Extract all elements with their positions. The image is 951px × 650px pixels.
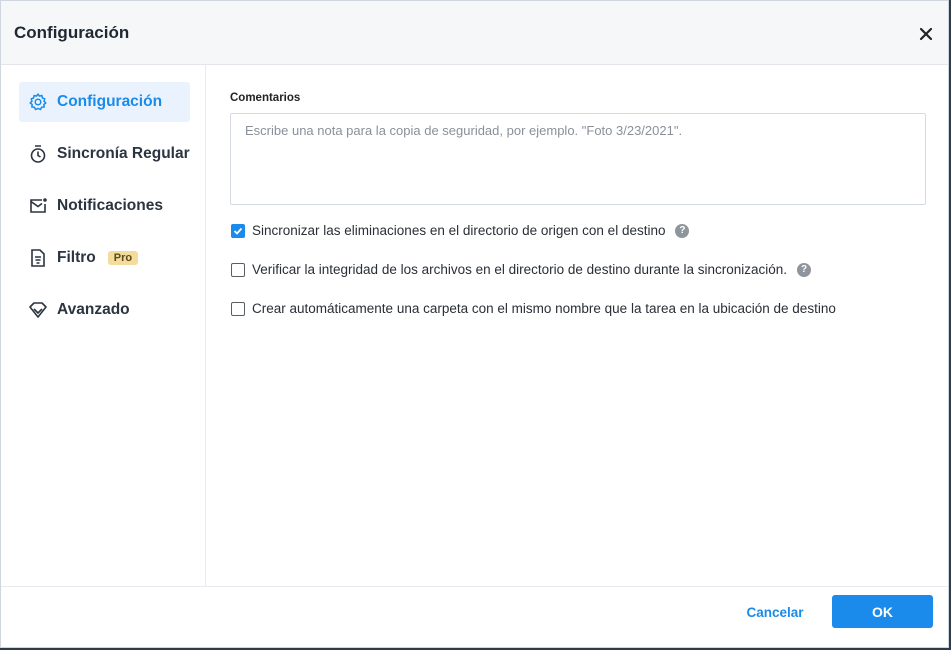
dialog-title: Configuración (14, 23, 130, 42)
comments-label: Comentarios (230, 92, 301, 104)
pro-badge: Pro (107, 251, 139, 265)
mail-notification-icon (27, 195, 49, 217)
sidebar: Configuración Sincronía Regular Notifica… (1, 65, 206, 586)
dialog-header: Configuración (1, 1, 948, 65)
timer-icon (27, 143, 49, 165)
sync-deletions-checkbox[interactable] (231, 223, 245, 238)
sidebar-item-label: Sincronía Regular (57, 145, 190, 162)
option-create-folder: Crear automáticamente una carpeta con el… (231, 301, 836, 316)
sync-deletions-label: Sincronizar las eliminaciones en el dire… (252, 223, 666, 238)
comments-input[interactable] (230, 113, 926, 205)
option-sync-deletions: Sincronizar las eliminaciones en el dire… (231, 223, 690, 238)
help-icon[interactable]: ? (797, 262, 812, 277)
cancel-button[interactable]: Cancelar (732, 596, 818, 628)
sidebar-item-configuracion[interactable]: Configuración (19, 82, 190, 122)
settings-dialog: Configuración Configuración Sincronía Re… (0, 0, 949, 648)
verify-integrity-checkbox[interactable] (231, 262, 245, 277)
sidebar-item-avanzado[interactable]: Avanzado (19, 290, 190, 330)
create-folder-checkbox[interactable] (231, 301, 245, 316)
sidebar-item-label: Avanzado (57, 301, 130, 318)
document-filter-icon (27, 247, 49, 269)
settings-content: Comentarios Sincronizar las eliminacione… (207, 65, 948, 586)
diamond-icon (27, 299, 49, 321)
sidebar-item-label: Notificaciones (57, 197, 163, 214)
sidebar-item-label: Configuración (57, 93, 163, 110)
gear-icon (27, 91, 49, 113)
sidebar-item-filtro[interactable]: Filtro Pro (19, 238, 190, 278)
dialog-footer: Cancelar OK (1, 586, 948, 647)
create-folder-label: Crear automáticamente una carpeta con el… (252, 301, 836, 316)
verify-integrity-label: Verificar la integridad de los archivos … (252, 262, 788, 277)
help-icon[interactable]: ? (675, 223, 690, 238)
ok-button[interactable]: OK (832, 595, 933, 628)
sidebar-item-notificaciones[interactable]: Notificaciones (19, 186, 190, 226)
sidebar-item-sincronia-regular[interactable]: Sincronía Regular (19, 134, 190, 174)
option-verify-integrity: Verificar la integridad de los archivos … (231, 262, 812, 277)
sidebar-item-label: Filtro (57, 249, 96, 266)
close-icon[interactable] (915, 23, 937, 45)
